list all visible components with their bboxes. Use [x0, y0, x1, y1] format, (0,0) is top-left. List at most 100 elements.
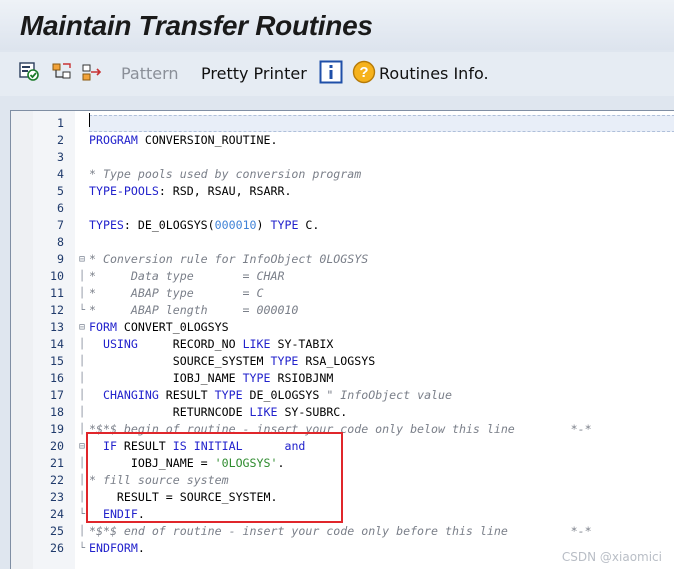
code-token: TYPE-POOLS: [89, 184, 159, 198]
code-text: TYPE-POOLS: RSD, RSAU, RSARR.: [89, 183, 291, 200]
fold-guide: └: [78, 543, 86, 554]
code-line[interactable]: 15 │ SOURCE_SYSTEM TYPE RSA_LOGSYS: [11, 353, 674, 370]
line-number: 24: [50, 507, 64, 521]
text-cursor: [89, 113, 90, 127]
code-token: * Type pools used by conversion program: [89, 167, 362, 181]
code-token: ENDFORM: [89, 541, 138, 555]
collapse-block-icon[interactable]: ⊟: [75, 251, 89, 268]
code-token: USING: [89, 337, 173, 351]
fold-guide: │: [78, 390, 86, 401]
code-token: : RSD, RSAU, RSARR.: [158, 184, 292, 198]
fold-guide: │: [78, 407, 86, 418]
insert-arrow-icon[interactable]: [80, 60, 104, 84]
code-line[interactable]: 5 TYPE-POOLS: RSD, RSAU, RSARR.: [11, 183, 674, 200]
code-line[interactable]: 4 * Type pools used by conversion program: [11, 166, 674, 183]
code-text: USING RECORD_NO LIKE SY-TABIX: [89, 336, 333, 353]
code-token: SY-SUBRC.: [277, 405, 348, 419]
code-line[interactable]: 1: [11, 115, 674, 132]
code-token: CONVERSION_ROUTINE.: [144, 133, 278, 147]
code-token: *$*$ end of routine - insert your code o…: [89, 524, 592, 538]
line-number: 4: [57, 167, 64, 181]
code-line[interactable]: 9 ⊟ * Conversion rule for InfoObject 0LOGS…: [11, 251, 674, 268]
code-line[interactable]: 2 PROGRAM CONVERSION_ROUTINE.: [11, 132, 674, 149]
code-line[interactable]: 6: [11, 200, 674, 217]
fold-guide: │: [78, 288, 86, 299]
code-line[interactable]: 25 │ *$*$ end of routine - insert your cod…: [11, 523, 674, 540]
check-syntax-icon[interactable]: [18, 60, 42, 84]
code-line[interactable]: 7 TYPES: DE_0LOGSYS(000010) TYPE C.: [11, 217, 674, 234]
code-token: LIKE: [249, 405, 278, 419]
code-text: * Conversion rule for InfoObject 0LOGSYS: [89, 251, 368, 268]
line-number: 11: [50, 286, 64, 300]
code-text: * Data type = CHAR: [89, 268, 284, 285]
fold-guide: └: [78, 305, 86, 316]
code-token: CHANGING: [89, 388, 166, 402]
code-token: IOBJ_NAME: [89, 371, 243, 385]
line-number: 9: [57, 252, 64, 266]
line-number: 23: [50, 490, 64, 504]
fold-guide: │: [78, 339, 86, 350]
code-token: TYPE: [214, 388, 243, 402]
svg-text:?: ?: [359, 64, 368, 81]
line-number: 12: [50, 303, 64, 317]
window-title: Maintain Transfer Routines: [20, 10, 373, 41]
collapse-block-icon[interactable]: ⊟: [75, 319, 89, 336]
insert-tree-icon[interactable]: [50, 60, 74, 84]
code-line[interactable]: 12 └ * ABAP length = 000010: [11, 302, 674, 319]
fold-guide: │: [78, 373, 86, 384]
code-token: TYPE: [270, 354, 299, 368]
code-line[interactable]: 8: [11, 234, 674, 251]
code-token: * ABAP type = C: [89, 286, 264, 300]
code-token: LIKE: [242, 337, 271, 351]
pretty-printer-button[interactable]: Pretty Printer: [201, 64, 307, 83]
code-token: * Data type = CHAR: [89, 269, 285, 283]
fold-guide: │: [78, 271, 86, 282]
code-token: RSIOBJNM: [270, 371, 334, 385]
line-number: 25: [50, 524, 64, 538]
highlight-box: [86, 432, 343, 523]
code-line[interactable]: 16 │ IOBJ_NAME TYPE RSIOBJNM: [11, 370, 674, 387]
line-number: 3: [57, 150, 64, 164]
code-text: RETURNCODE LIKE SY-SUBRC.: [89, 404, 348, 421]
code-text: * ABAP type = C: [89, 285, 264, 302]
code-text: IOBJ_NAME TYPE RSIOBJNM: [89, 370, 334, 387]
line-number: 10: [50, 269, 64, 283]
code-line[interactable]: 13 ⊟ FORM CONVERT_0LOGSYS: [11, 319, 674, 336]
code-line[interactable]: 10 │ * Data type = CHAR: [11, 268, 674, 285]
code-text: ENDFORM.: [89, 540, 145, 557]
routines-info-button[interactable]: Routines Info.: [379, 64, 489, 83]
watermark: CSDN @xiaomici: [561, 550, 662, 564]
code-token: RECORD_NO: [172, 337, 243, 351]
code-text: FORM CONVERT_0LOGSYS: [89, 319, 229, 336]
fold-guide: │: [78, 356, 86, 367]
line-number: 15: [50, 354, 64, 368]
code-line[interactable]: 3: [11, 149, 674, 166]
code-line[interactable]: 17 │ CHANGING RESULT TYPE DE_0LOGSYS " In…: [11, 387, 674, 404]
code-text: SOURCE_SYSTEM TYPE RSA_LOGSYS: [89, 353, 375, 370]
code-text: * Type pools used by conversion program: [89, 166, 361, 183]
line-number: 21: [50, 456, 64, 470]
code-token: RSA_LOGSYS: [298, 354, 376, 368]
code-token: 000010: [214, 218, 257, 232]
code-token: C.: [298, 218, 320, 232]
code-line[interactable]: 18 │ RETURNCODE LIKE SY-SUBRC.: [11, 404, 674, 421]
code-token: * ABAP length = 000010: [89, 303, 299, 317]
line-number: 6: [57, 201, 64, 215]
code-token: RESULT: [165, 388, 215, 402]
line-number: 1: [57, 116, 64, 130]
code-token: ): [256, 218, 271, 232]
code-token: * Conversion rule for InfoObject 0LOGSYS: [89, 252, 369, 266]
pattern-button[interactable]: Pattern: [121, 64, 179, 83]
code-token: TYPE: [242, 371, 271, 385]
line-number: 18: [50, 405, 64, 419]
help-icon[interactable]: ?: [352, 60, 376, 84]
code-line[interactable]: 11 │ * ABAP type = C: [11, 285, 674, 302]
line-number: 26: [50, 541, 64, 555]
code-token: SOURCE_SYSTEM: [89, 354, 271, 368]
line-number: 2: [57, 133, 64, 147]
code-token: RETURNCODE: [89, 405, 250, 419]
line-number: 17: [50, 388, 64, 402]
code-line[interactable]: 14 │ USING RECORD_NO LIKE SY-TABIX: [11, 336, 674, 353]
info-icon[interactable]: [319, 60, 343, 84]
title-bar: Maintain Transfer Routines: [0, 0, 674, 50]
